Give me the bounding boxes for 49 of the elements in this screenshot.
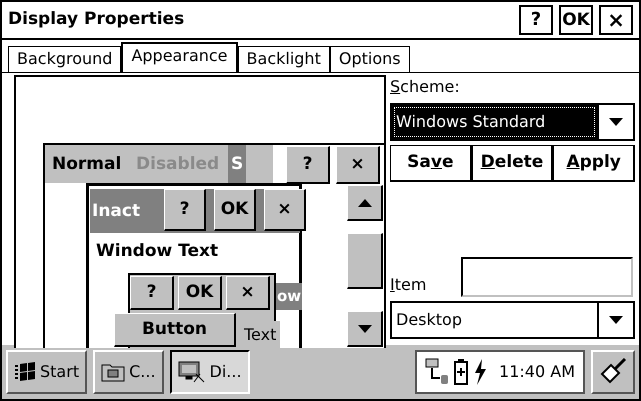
pen-icon — [599, 358, 627, 386]
scheme-button[interactable]: Delete — [472, 145, 554, 182]
title-button[interactable]: × — [264, 189, 306, 231]
title-text: ow — [276, 283, 302, 310]
folder-icon — [101, 362, 126, 382]
title-button[interactable]: × — [226, 276, 270, 310]
scroll-up-button[interactable] — [347, 185, 383, 221]
down-arrow-icon — [356, 324, 372, 334]
window-title: Display Properties — [8, 8, 186, 32]
item-dropdown[interactable]: Desktop — [390, 301, 635, 339]
dropdown-arrow-icon — [608, 315, 624, 325]
title-button[interactable]: OK — [214, 189, 256, 231]
help-button[interactable]: ? — [519, 5, 553, 35]
scheme-button[interactable]: Apply — [553, 145, 636, 182]
size-field[interactable] — [461, 257, 633, 297]
network-icon — [425, 358, 450, 386]
clock: 11:40 AM — [499, 361, 575, 383]
scroll-thumb[interactable] — [347, 233, 383, 289]
dropdown-arrow-icon — [608, 117, 624, 127]
window-text: Window Text — [96, 240, 218, 263]
title-button[interactable]: OK — [178, 276, 222, 310]
title-text: Normal — [52, 153, 122, 176]
start-button[interactable]: Start — [6, 350, 88, 394]
title-button[interactable]: ? — [286, 146, 330, 184]
up-arrow-icon — [356, 198, 372, 208]
sample-button[interactable]: Button — [114, 313, 236, 347]
tab[interactable]: Background — [8, 46, 122, 72]
scheme-label: Scheme: — [390, 76, 461, 98]
title-button[interactable]: ? — [164, 189, 206, 231]
windows-flag-icon — [14, 361, 36, 383]
item-label: Item — [390, 274, 426, 296]
title-text: S — [228, 145, 246, 183]
title-text: Inact — [92, 200, 140, 223]
taskbar-button[interactable]: C... — [93, 350, 164, 394]
close-button[interactable]: × — [599, 5, 633, 35]
scheme-dropdown[interactable]: Windows Standard — [390, 103, 635, 141]
taskbar-button[interactable]: Di... — [170, 350, 250, 394]
ok-button[interactable]: OK — [559, 5, 593, 35]
battery-icon — [453, 358, 470, 386]
lightning-icon — [473, 358, 488, 386]
scheme-button[interactable]: Save — [390, 145, 472, 182]
monitor-icon — [178, 360, 206, 384]
tab[interactable]: Backlight — [238, 46, 330, 72]
scroll-down-button[interactable] — [347, 311, 383, 347]
tab[interactable]: Options — [330, 46, 410, 72]
tab[interactable]: Appearance — [121, 42, 238, 72]
title-button[interactable]: ? — [130, 276, 174, 310]
title-button[interactable]: × — [336, 146, 380, 184]
input-panel-button[interactable] — [591, 350, 635, 394]
